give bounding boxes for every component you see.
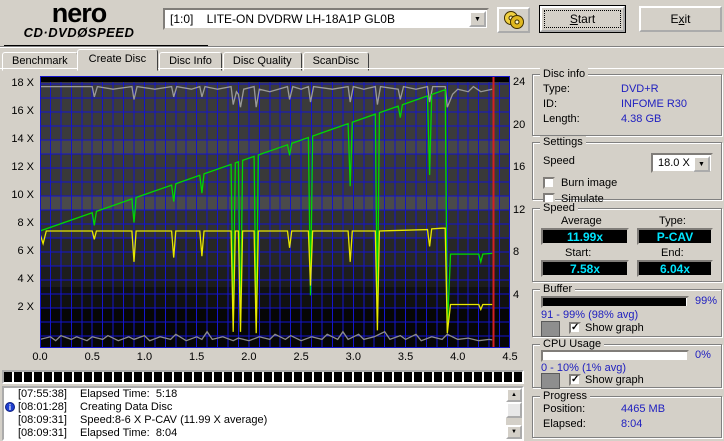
y-axis-tick-label: 8 X xyxy=(17,217,34,229)
x-axis-tick-label: 3.0 xyxy=(345,351,361,363)
position-label: Position: xyxy=(543,403,586,415)
progress-group: Progress Position: 4465 MB Elapsed: 8:04 xyxy=(532,390,722,438)
elapsed-label: Elapsed: xyxy=(543,418,586,430)
cpu-percent: 0% xyxy=(695,349,711,361)
checkbox-label: Burn image xyxy=(561,177,618,189)
disc-options-button[interactable] xyxy=(497,7,530,33)
y-axis-tick-label: 18 X xyxy=(11,77,34,89)
end-label: End: xyxy=(661,247,684,259)
group-title: CPU Usage xyxy=(540,338,605,350)
write-progress-bar xyxy=(2,370,524,384)
disc-info-row: ID: INFOME R30 xyxy=(543,98,688,110)
y-axis-tick-label: 12 X xyxy=(11,161,34,173)
start-speed-value: 7.58x xyxy=(541,260,629,277)
chevron-down-icon[interactable]: ▼ xyxy=(693,156,710,172)
start-label: Start: xyxy=(565,247,592,259)
group-title: Disc info xyxy=(540,68,589,80)
write-speed-chart xyxy=(39,76,511,348)
buffer-graph-swatch xyxy=(541,321,560,337)
x-axis-tick-label: 0.0 xyxy=(32,351,48,363)
discs-icon xyxy=(503,11,524,29)
y-axis-tick-label: 14 X xyxy=(11,133,34,145)
buffer-show-graph-checkbox[interactable]: ✓ xyxy=(569,322,581,334)
buffer-range: 91 - 99% (98% avg) xyxy=(541,309,639,321)
scrollbar-thumb[interactable] xyxy=(506,402,522,418)
drive-select[interactable]: [1:0] LITE-ON DVDRW LH-18A1P GL0B ▼ xyxy=(163,8,489,30)
log-entry: [07:55:38] Elapsed Time: 5:18 xyxy=(18,388,178,400)
speed-setting-label: Speed xyxy=(543,155,575,167)
tab-bar: Benchmark Create Disc Disc Info Disc Qualit… xyxy=(2,49,370,71)
x-axis-tick-label: 4.5 xyxy=(502,351,518,363)
disc-info-group: Disc info Type: DVD+R ID: INFOME R30 Length:… xyxy=(532,68,722,136)
group-title: Speed xyxy=(540,202,578,214)
y-axis-tick-label: 10 X xyxy=(11,189,34,201)
chevron-down-icon[interactable]: ▼ xyxy=(469,11,486,27)
disc-glyph-icon: Ø xyxy=(77,25,88,40)
cpu-graph-swatch xyxy=(541,373,560,389)
log-entry: [08:09:31] Elapsed Time: 8:04 xyxy=(18,427,178,439)
x-axis-tick-label: 2.5 xyxy=(293,351,309,363)
average-label: Average xyxy=(561,215,602,227)
x-axis-tick-label: 0.5 xyxy=(84,351,100,363)
disc-info-row: Length: 4.38 GB xyxy=(543,113,662,125)
y-axis-tick-label: 16 X xyxy=(11,105,34,117)
start-button[interactable]: Start xyxy=(539,5,626,33)
x-axis-tick-label: 2.0 xyxy=(241,351,257,363)
average-speed-value: 11.99x xyxy=(541,228,629,245)
disc-info-row: Type: DVD+R xyxy=(543,83,659,95)
buffer-show-graph-label: Show graph xyxy=(585,322,644,334)
y-axis-tick-label: 2 X xyxy=(17,301,34,313)
logo-cdvdspeed: CD·DVDØSPEED xyxy=(23,25,135,40)
cpu-meter xyxy=(541,350,689,362)
exit-button[interactable]: Exit xyxy=(639,6,722,32)
buffer-group: Buffer 99% 91 - 99% (98% avg) ✓ Show gra… xyxy=(532,283,722,337)
burn-image-checkbox[interactable] xyxy=(543,177,555,189)
speed-select[interactable]: 18.0 X ▼ xyxy=(651,153,713,173)
scroll-up-icon[interactable]: ▲ xyxy=(506,388,522,402)
log-entry: i [08:01:28] Creating Data Disc xyxy=(4,401,522,414)
cpu-show-graph-checkbox[interactable]: ✓ xyxy=(569,374,581,386)
buffer-meter xyxy=(541,296,689,308)
x-axis-tick-label: 4.0 xyxy=(450,351,466,363)
group-title: Settings xyxy=(540,136,586,148)
speed-type-value: P-CAV xyxy=(637,228,713,245)
log-panel: [07:55:38] Elapsed Time: 5:18 i [08:01:28] C… xyxy=(2,386,524,441)
y-axis-tick-label: 6 X xyxy=(17,245,34,257)
toolbar-divider xyxy=(0,46,724,48)
x-axis-tick-label: 3.5 xyxy=(397,351,414,363)
y-axis-tick-label: 4 X xyxy=(17,273,34,285)
log-scrollbar[interactable]: ▲ ▼ xyxy=(506,388,522,439)
speed-group: Speed Average Type: 11.99x P-CAV Start: … xyxy=(532,202,722,282)
x-axis-tick-label: 1.0 xyxy=(136,351,153,363)
end-speed-value: 6.04x xyxy=(637,260,713,277)
logo-nero: nero xyxy=(51,0,108,28)
scroll-down-icon[interactable]: ▼ xyxy=(506,425,522,439)
position-value: 4465 MB xyxy=(621,403,666,415)
drive-select-value: [1:0] LITE-ON DVDRW LH-18A1P GL0B xyxy=(170,12,395,26)
buffer-percent: 99% xyxy=(695,295,718,307)
type-label: Type: xyxy=(659,215,686,227)
elapsed-value: 8:04 xyxy=(621,418,643,430)
info-icon: i xyxy=(5,402,15,412)
log-entry: [08:09:31] Speed:8-6 X P-CAV (11.99 X ave… xyxy=(18,414,268,426)
group-title: Buffer xyxy=(540,283,576,295)
settings-group: Settings Speed 18.0 X ▼ Burn image Simula… xyxy=(532,136,722,205)
tab-create-disc[interactable]: Create Disc xyxy=(76,49,159,71)
cpu-usage-group: CPU Usage 0% 0 - 10% (1% avg) ✓ Show gra… xyxy=(532,338,722,389)
x-axis-tick-label: 1.5 xyxy=(189,351,205,363)
cpu-show-graph-label: Show graph xyxy=(585,374,644,386)
group-title: Progress xyxy=(540,390,591,402)
